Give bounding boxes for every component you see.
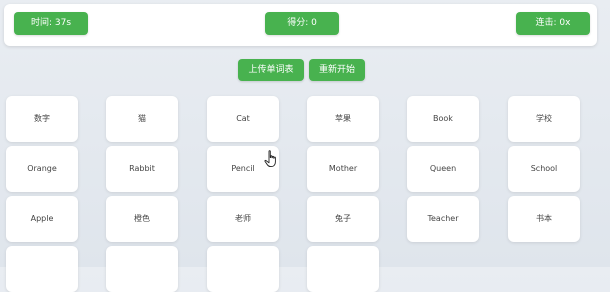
word-card[interactable]: 数字: [6, 96, 78, 142]
word-card[interactable]: 老师: [207, 196, 279, 242]
word-card[interactable]: 兔子: [307, 196, 379, 242]
timer-badge: 时间: 37s: [14, 12, 88, 35]
word-card[interactable]: [106, 246, 178, 292]
streak-badge: 连击: 0x: [516, 12, 590, 35]
word-card[interactable]: 猫: [106, 96, 178, 142]
word-card[interactable]: Queen: [407, 146, 479, 192]
word-card[interactable]: [307, 246, 379, 292]
word-card[interactable]: 学校: [508, 96, 580, 142]
word-card[interactable]: School: [508, 146, 580, 192]
restart-button[interactable]: 重新开始: [309, 59, 365, 81]
word-card[interactable]: 苹果: [307, 96, 379, 142]
word-card[interactable]: Teacher: [407, 196, 479, 242]
score-badge: 得分: 0: [265, 12, 339, 35]
word-card[interactable]: Rabbit: [106, 146, 178, 192]
word-card[interactable]: Orange: [6, 146, 78, 192]
word-card[interactable]: 橙色: [106, 196, 178, 242]
status-bar: 时间: 37s 得分: 0 连击: 0x: [4, 4, 597, 46]
word-card[interactable]: [6, 246, 78, 292]
word-card[interactable]: Cat: [207, 96, 279, 142]
word-card[interactable]: 书本: [508, 196, 580, 242]
word-card[interactable]: Book: [407, 96, 479, 142]
upload-wordlist-button[interactable]: 上传单词表: [238, 59, 304, 81]
hand-pointer-icon: [264, 150, 278, 168]
word-card[interactable]: [207, 246, 279, 292]
word-card[interactable]: Mother: [307, 146, 379, 192]
word-card[interactable]: Apple: [6, 196, 78, 242]
